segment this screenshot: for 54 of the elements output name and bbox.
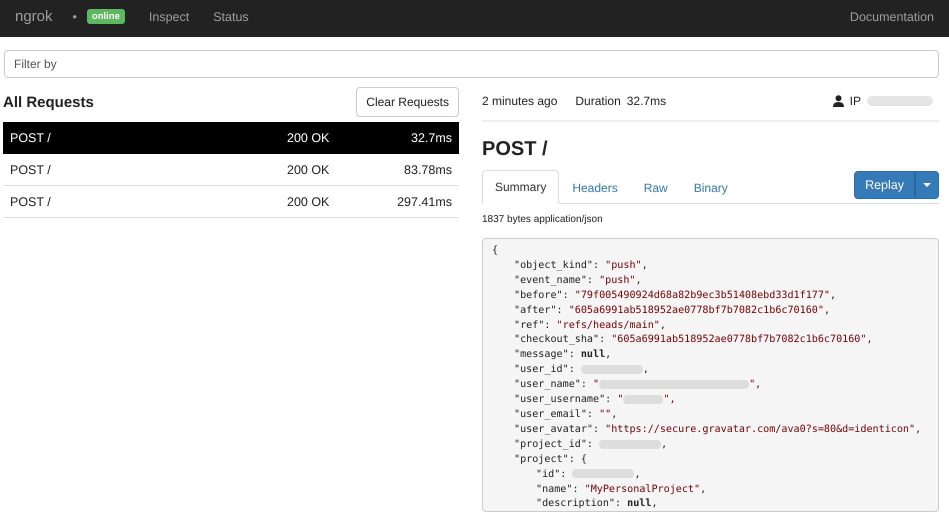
code-line: "project_id": , (514, 438, 668, 452)
code-line: "event_name": "push", (514, 274, 642, 288)
code-line: "user_id": , (514, 363, 649, 378)
section-title: All Requests (3, 94, 94, 110)
code-line: "message": null, (514, 348, 612, 362)
detail-tab[interactable]: Binary (680, 171, 741, 204)
code-line: "checkout_sha": "605a6991ab518952ae0778bf7b7082c1b6c70160", (514, 333, 873, 348)
request-method: POST / (10, 162, 52, 176)
request-method: POST / (10, 194, 52, 208)
request-duration: 83.78ms (403, 162, 452, 176)
nav-link[interactable]: Status (213, 10, 249, 24)
detail-tab[interactable]: Headers (559, 171, 631, 204)
request-status: 200 OK (287, 162, 330, 176)
duration-value: 32.7ms (626, 94, 666, 108)
clear-requests-button[interactable]: Clear Requests (356, 87, 459, 117)
code-line: { (492, 244, 498, 258)
request-row[interactable]: POST / 200 OK 32.7ms (3, 122, 459, 154)
detail-tab[interactable]: Summary (482, 170, 560, 204)
code-line: "before": "79f005490924d68a82b9ec3b51408ebd33d1f177", (514, 288, 836, 303)
filter-field[interactable]: Filter by (4, 50, 939, 78)
code-line: "project": { (514, 452, 587, 467)
detail-tab[interactable]: Raw (630, 171, 681, 204)
code-line: "user_avatar": "https://secure.gravatar.com/ava0?s=80&d=identicon", (514, 422, 922, 437)
code-line: "description": null, (536, 497, 658, 511)
status-badge: online (86, 9, 125, 24)
duration-label: Duration (575, 94, 621, 108)
request-method: POST / (10, 130, 52, 144)
redacted-ip (867, 96, 933, 106)
body-summary: 1837 bytes application/json (482, 214, 604, 225)
code-line: "object_kind": "push", (514, 258, 648, 273)
caret-icon (923, 183, 931, 187)
code-line: "user_username": " ", (514, 393, 676, 408)
replay-dropdown-button[interactable] (915, 171, 939, 199)
request-duration: 32.7ms (410, 130, 452, 144)
request-title: POST / (482, 138, 549, 161)
nav-link[interactable]: Documentation (850, 10, 934, 24)
request-status: 200 OK (287, 130, 330, 144)
code-line: "after": "605a6991ab518952ae0778bf7b7082c1b6c70160", (514, 304, 830, 318)
request-status: 200 OK (287, 194, 330, 208)
nav-link[interactable]: Inspect (148, 10, 190, 24)
request-time: 2 minutes ago (482, 94, 558, 108)
request-row[interactable]: POST / 200 OK 83.78ms (3, 154, 459, 186)
brand-name[interactable]: ngrok (15, 8, 53, 25)
code-line: "user_email": "", (514, 408, 618, 422)
user-icon (832, 95, 844, 107)
code-line: "ref": "refs/heads/main", (514, 318, 666, 333)
request-duration: 297.41ms (396, 194, 452, 208)
ip-label: IP (850, 94, 861, 108)
code-line: "user_name": " ", (514, 378, 762, 392)
request-row[interactable]: POST / 200 OK 297.41ms (3, 186, 459, 218)
separator-dot: • (72, 10, 77, 24)
replay-button[interactable]: Replay (854, 171, 915, 199)
code-line: "id": , (536, 468, 641, 482)
code-line: "name": "MyPersonalProject", (536, 482, 706, 496)
